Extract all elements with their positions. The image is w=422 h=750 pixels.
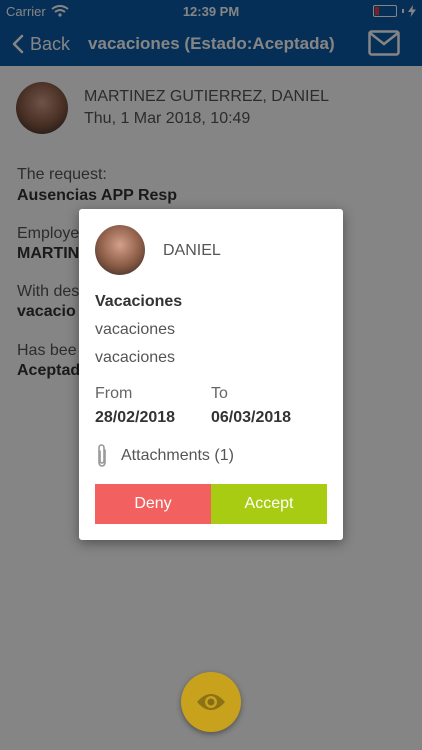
request-line-1: vacaciones [95,321,176,338]
request-line-2: vacaciones [95,349,176,366]
to-date: 06/03/2018 [211,409,292,426]
view-button[interactable] [181,672,241,732]
deny-button[interactable]: Deny [95,484,211,524]
request-modal: DANIEL Vacaciones vacaciones vacaciones … [79,209,343,540]
request-type: Vacaciones [95,293,183,310]
attachments-label: Attachments (1) [121,447,234,464]
to-label: To [211,385,228,402]
eye-icon [197,694,225,710]
from-date: 28/02/2018 [95,409,176,426]
requester-avatar [95,225,145,275]
paperclip-icon [98,444,106,467]
from-label: From [95,385,133,402]
requester-name: DANIEL [163,242,221,259]
accept-button[interactable]: Accept [211,484,327,524]
attachments-link[interactable]: Attachments (1) [95,443,234,469]
